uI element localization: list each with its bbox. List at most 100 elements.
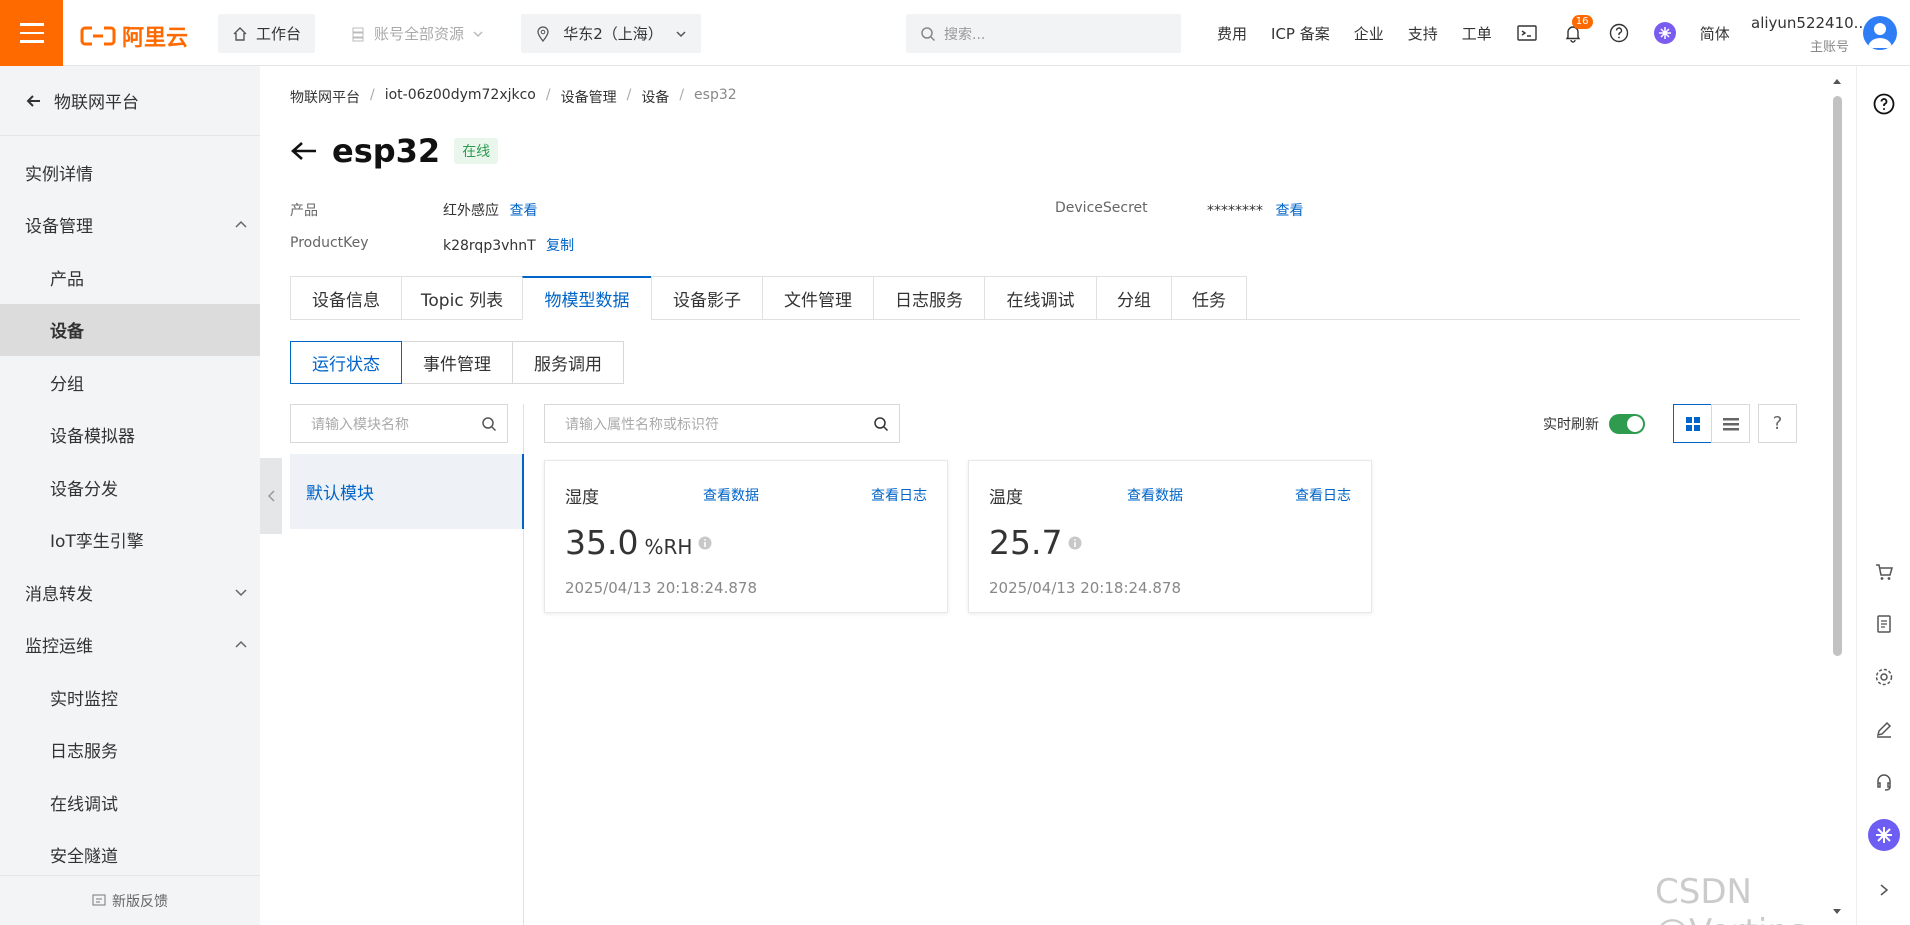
- account-info[interactable]: aliyun522410... 主账号: [1751, 14, 1868, 55]
- terminal-icon[interactable]: [1504, 0, 1550, 66]
- sidebar-item-device-simulator[interactable]: 设备模拟器: [0, 409, 260, 462]
- tab-device-info[interactable]: 设备信息: [290, 276, 401, 320]
- help-circle-icon[interactable]: [1872, 92, 1896, 116]
- sidebar-item-iot-twin-engine[interactable]: IoT孪生引擎: [0, 514, 260, 567]
- title-row: esp32 在线: [290, 132, 499, 170]
- back-to-iot-platform[interactable]: 物联网平台: [0, 66, 260, 136]
- property-search-input[interactable]: 请输入属性名称或标识符: [544, 404, 900, 443]
- productkey-value-row: k28rqp3vhnT 复制: [443, 238, 575, 254]
- region-selector[interactable]: 华东2（上海）: [521, 14, 701, 53]
- database-icon: [352, 27, 364, 41]
- chevron-left-icon: [267, 490, 275, 502]
- sidebar-collapse-toggle[interactable]: [260, 458, 282, 534]
- subtab-event-management[interactable]: 事件管理: [401, 341, 513, 384]
- tab-online-debug[interactable]: 在线调试: [984, 276, 1096, 320]
- ai-assistant-icon[interactable]: [1642, 0, 1688, 66]
- module-search-input[interactable]: 请输入模块名称: [290, 404, 508, 443]
- cart-icon[interactable]: [1872, 560, 1896, 584]
- sidebar-item-monitoring-ops[interactable]: 监控运维: [0, 619, 260, 672]
- language-switch[interactable]: 简体: [1688, 23, 1742, 44]
- avatar[interactable]: [1863, 16, 1897, 50]
- property-value: 35.0: [565, 523, 639, 562]
- tab-thing-model-data[interactable]: 物模型数据: [522, 276, 651, 320]
- enterprise-link[interactable]: 企业: [1342, 23, 1396, 44]
- feedback-icon: [92, 894, 106, 905]
- info-icon[interactable]: [698, 536, 712, 550]
- breadcrumb-item[interactable]: iot-06z00dym72xjkco: [385, 87, 536, 107]
- sidebar-item-device-management[interactable]: 设备管理: [0, 199, 260, 252]
- property-unit: %RH: [644, 535, 693, 559]
- sidebar-item-instance-details[interactable]: 实例详情: [0, 146, 260, 199]
- tab-tasks[interactable]: 任务: [1171, 276, 1247, 320]
- workbench-button[interactable]: 工作台: [218, 14, 316, 53]
- sidebar-item-message-forwarding[interactable]: 消息转发: [0, 566, 260, 619]
- menu-button[interactable]: [0, 0, 63, 66]
- support-link[interactable]: 支持: [1396, 23, 1450, 44]
- info-icon[interactable]: [1068, 536, 1082, 550]
- breadcrumb-item[interactable]: 设备管理: [561, 87, 617, 107]
- notification-badge: 16: [1571, 15, 1593, 29]
- top-bar: 阿里云 工作台 账号全部资源 华东2（上海） 搜索... 费用 ICP 备案 企…: [0, 0, 1910, 66]
- scroll-thumb[interactable]: [1833, 96, 1842, 656]
- ticket-link[interactable]: 工单: [1450, 23, 1504, 44]
- breadcrumb-current: esp32: [694, 87, 737, 103]
- breadcrumb-item[interactable]: 设备: [641, 87, 669, 107]
- sidebar-item-log-service[interactable]: 日志服务: [0, 724, 260, 777]
- view-product-link[interactable]: 查看: [509, 203, 537, 219]
- module-list: 默认模块: [290, 404, 524, 925]
- tab-log-service[interactable]: 日志服务: [873, 276, 984, 320]
- view-log-link[interactable]: 查看日志: [871, 485, 927, 505]
- icp-link[interactable]: ICP 备案: [1259, 23, 1342, 44]
- tab-device-shadow[interactable]: 设备影子: [651, 276, 762, 320]
- resources-dropdown[interactable]: 账号全部资源: [336, 14, 498, 53]
- global-search[interactable]: 搜索...: [906, 14, 1181, 53]
- view-data-link[interactable]: 查看数据: [1127, 485, 1183, 505]
- scrollbar[interactable]: [1830, 74, 1844, 919]
- view-secret-link[interactable]: 查看: [1275, 203, 1303, 219]
- module-item-default[interactable]: 默认模块: [290, 454, 524, 529]
- breadcrumb-item[interactable]: 物联网平台: [290, 87, 360, 107]
- billing-link[interactable]: 费用: [1205, 23, 1259, 44]
- document-icon[interactable]: [1872, 612, 1896, 636]
- top-links: 费用 ICP 备案 企业 支持 工单 16 简体: [1205, 0, 1742, 66]
- search-icon: [482, 416, 497, 431]
- sidebar-item-realtime-monitoring[interactable]: 实时监控: [0, 671, 260, 724]
- tab-groups[interactable]: 分组: [1096, 276, 1171, 320]
- scroll-up-icon[interactable]: [1830, 76, 1844, 86]
- home-icon: [233, 26, 247, 41]
- property-value-row: 25.7: [989, 523, 1082, 562]
- chevron-up-icon: [235, 640, 247, 648]
- edit-icon[interactable]: [1872, 717, 1896, 741]
- view-log-link[interactable]: 查看日志: [1295, 485, 1351, 505]
- productkey-label: ProductKey: [290, 235, 369, 251]
- subtab-running-status[interactable]: 运行状态: [290, 341, 402, 384]
- property-name: 温度: [989, 488, 1023, 508]
- view-data-link[interactable]: 查看数据: [703, 485, 759, 505]
- sidebar-item-products[interactable]: 产品: [0, 251, 260, 304]
- tab-topic-list[interactable]: Topic 列表: [401, 276, 522, 320]
- tab-file-management[interactable]: 文件管理: [762, 276, 873, 320]
- sidebar-item-groups[interactable]: 分组: [0, 356, 260, 409]
- property-value: 25.7: [989, 523, 1063, 562]
- aliyun-logo[interactable]: 阿里云: [80, 20, 188, 52]
- grid-view-button[interactable]: [1673, 404, 1712, 443]
- sidebar-item-device-distribution[interactable]: 设备分发: [0, 461, 260, 514]
- customer-service-icon[interactable]: [1872, 770, 1896, 794]
- notification-bell-icon[interactable]: 16: [1550, 0, 1596, 66]
- list-view-button[interactable]: [1711, 404, 1750, 443]
- copy-productkey-link[interactable]: 复制: [546, 238, 574, 254]
- subtab-service-invocation[interactable]: 服务调用: [512, 341, 624, 384]
- breadcrumb: 物联网平台 / iot-06z00dym72xjkco / 设备管理 / 设备 / es…: [290, 87, 737, 107]
- realtime-refresh-toggle[interactable]: [1609, 414, 1645, 434]
- right-rail: [1856, 66, 1910, 925]
- settings-gear-icon[interactable]: [1872, 665, 1896, 689]
- sidebar-item-secure-tunnel[interactable]: 安全隧道: [0, 829, 260, 882]
- sidebar-item-online-debug[interactable]: 在线调试: [0, 776, 260, 829]
- feedback-button[interactable]: 新版反馈: [0, 875, 260, 925]
- help-icon[interactable]: [1596, 0, 1642, 66]
- sidebar-item-devices[interactable]: 设备: [0, 303, 260, 356]
- help-button[interactable]: ?: [1758, 404, 1797, 443]
- back-arrow-icon[interactable]: [290, 139, 318, 163]
- ai-assistant-icon[interactable]: [1867, 818, 1901, 852]
- arrow-left-icon: [26, 94, 40, 107]
